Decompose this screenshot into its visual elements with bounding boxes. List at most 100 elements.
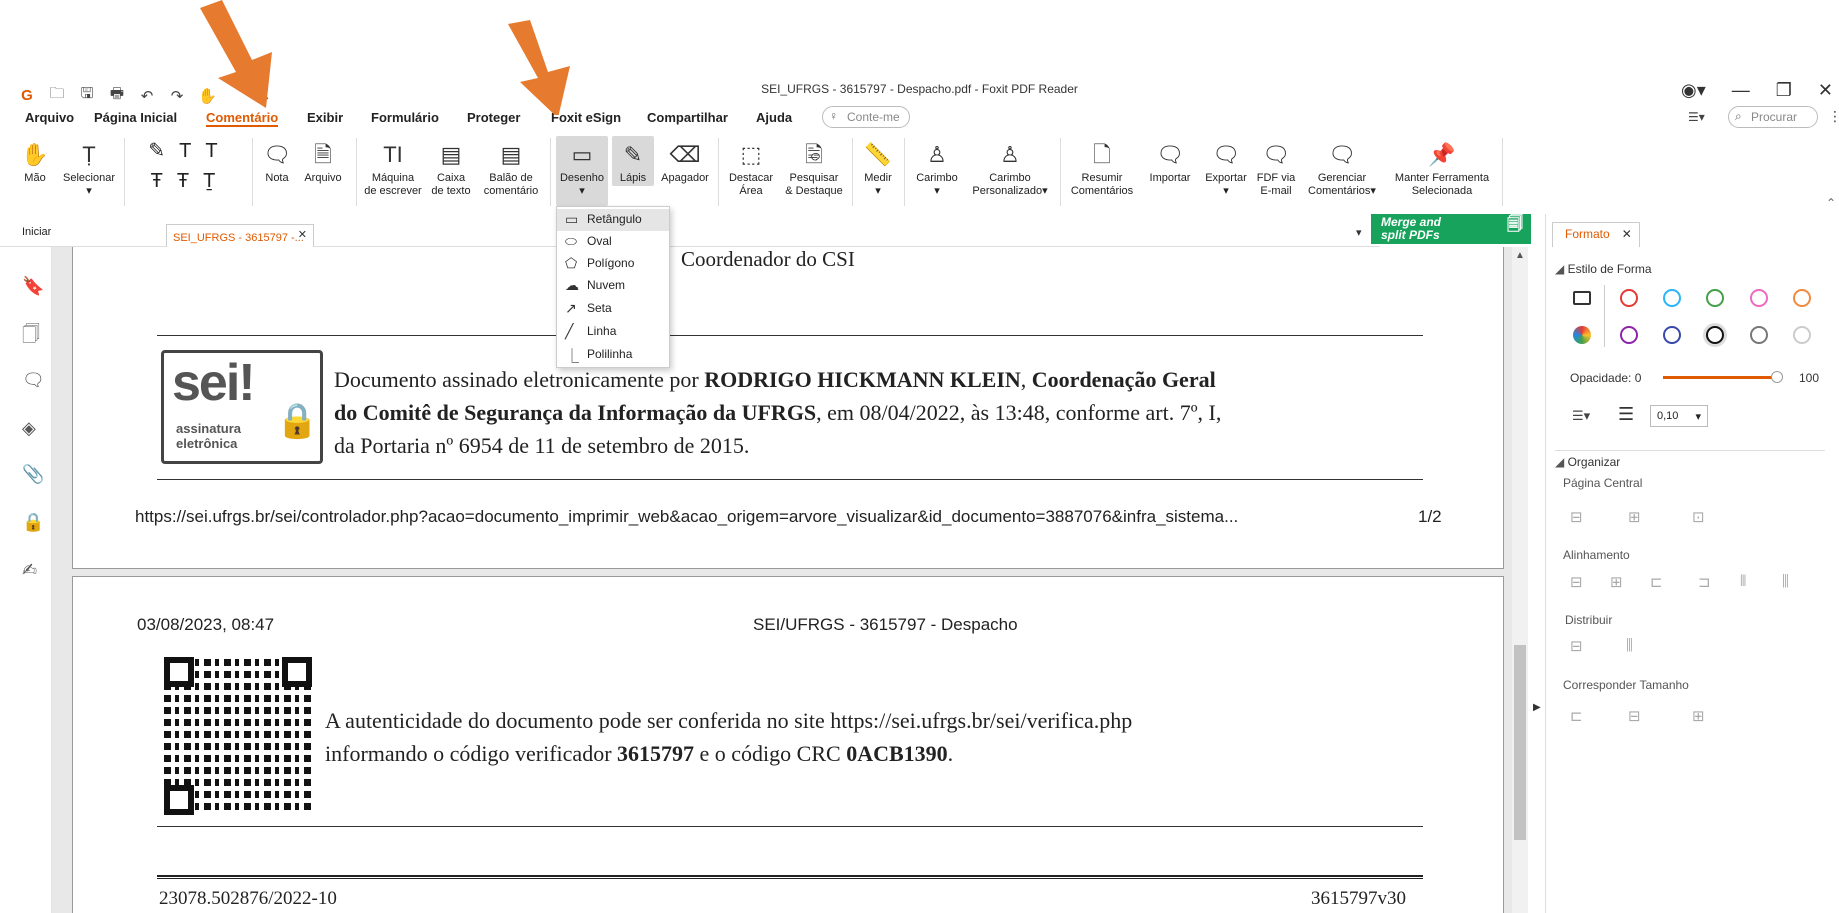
color-purple[interactable] bbox=[1620, 326, 1638, 344]
bookmark-icon[interactable]: 🔖 bbox=[22, 276, 44, 297]
security-icon[interactable]: 🔒 bbox=[22, 512, 44, 533]
eraser-button[interactable]: ⌫ Apagador bbox=[658, 136, 712, 185]
note-button[interactable]: 🗨 Nota bbox=[262, 136, 292, 185]
menu-exibir[interactable]: Exibir bbox=[307, 110, 343, 125]
menu-item-polyline[interactable]: ⎿ Polilinha bbox=[557, 344, 669, 366]
replace-text-icon[interactable]: Ŧ bbox=[177, 171, 189, 191]
pages-icon[interactable]: 🗍 bbox=[22, 322, 40, 352]
summarize-comments-button[interactable]: 🗋 Resumir Comentários bbox=[1066, 136, 1138, 198]
menu-arquivo[interactable]: Arquivo bbox=[25, 110, 74, 125]
underline-text-icon[interactable]: T bbox=[179, 141, 191, 161]
line-style-icon[interactable]: ☰▾ bbox=[1572, 408, 1590, 424]
color-light-gray[interactable] bbox=[1793, 326, 1811, 344]
shape-style-swatch[interactable] bbox=[1573, 291, 1591, 305]
menu-item-cloud[interactable]: ☁ Nuvem bbox=[557, 275, 669, 297]
center-horizontal-icon[interactable]: ⊟ bbox=[1570, 508, 1583, 526]
search-highlight-button[interactable]: 🗟 Pesquisar & Destaque bbox=[782, 136, 846, 198]
area-highlight-button[interactable]: ⬚ Destacar Área bbox=[724, 136, 778, 198]
insert-text-icon[interactable]: Ṯ bbox=[203, 171, 215, 191]
color-cyan[interactable] bbox=[1663, 289, 1681, 307]
keep-tool-selected-button[interactable]: 📌 Manter Ferramenta Selecionada bbox=[1386, 136, 1498, 198]
menu-compartilhar[interactable]: Compartilhar bbox=[647, 110, 728, 125]
distribute-vertical-icon[interactable]: ⊟ bbox=[1570, 637, 1583, 655]
opacity-slider[interactable] bbox=[1663, 376, 1773, 379]
align-bottom-icon[interactable]: ⫴ bbox=[1740, 573, 1746, 590]
menu-ajuda[interactable]: Ajuda bbox=[756, 110, 792, 125]
menu-item-rectangle[interactable]: ▭ Retângulo bbox=[557, 209, 669, 231]
tab-list-chevron-icon[interactable]: ▾ bbox=[1356, 226, 1362, 239]
typewriter-button[interactable]: TI Máquina de escrever bbox=[362, 136, 424, 198]
match-height-icon[interactable]: ⊟ bbox=[1628, 707, 1641, 725]
color-black-selected[interactable] bbox=[1706, 326, 1724, 344]
color-orange[interactable] bbox=[1793, 289, 1811, 307]
import-button[interactable]: 🗨 Importar bbox=[1144, 136, 1196, 185]
layers-icon[interactable]: ◈ bbox=[22, 418, 36, 439]
pencil-button[interactable]: ✎ Lápis bbox=[612, 136, 654, 186]
fdf-email-button[interactable]: 🗨 FDF via E-mail bbox=[1254, 136, 1298, 198]
distribute-horizontal-icon[interactable]: ⫼ bbox=[1626, 637, 1633, 654]
opacity-slider-handle[interactable] bbox=[1771, 371, 1783, 383]
tab-format[interactable]: Formato ✕ bbox=[1552, 222, 1640, 247]
comments-icon[interactable]: 🗨 bbox=[22, 370, 45, 391]
textbox-button[interactable]: ▤ Caixa de texto bbox=[428, 136, 474, 198]
stamp-button[interactable]: ♙ Carimbo ▾ bbox=[910, 136, 964, 198]
center-vertical-icon[interactable]: ⊞ bbox=[1628, 508, 1641, 526]
align-left-icon[interactable]: ⊏ bbox=[1650, 573, 1663, 591]
color-green[interactable] bbox=[1706, 289, 1724, 307]
organize-header[interactable]: ◢ Organizar bbox=[1555, 455, 1620, 469]
callout-button[interactable]: ▤ Balão de comentário bbox=[480, 136, 542, 198]
highlight-icon[interactable]: ✎ bbox=[148, 141, 165, 161]
color-pink[interactable] bbox=[1750, 289, 1768, 307]
signature-icon[interactable]: ✍ bbox=[22, 560, 37, 581]
scrollbar-thumb[interactable] bbox=[1514, 645, 1526, 840]
hand-tool-button[interactable]: ✋ Mão bbox=[20, 136, 50, 185]
center-both-icon[interactable]: ⊡ bbox=[1692, 508, 1705, 526]
expand-right-icon[interactable]: ▶ bbox=[1533, 702, 1541, 713]
align-top-icon[interactable]: ⊟ bbox=[1570, 573, 1583, 591]
strikeout-icon[interactable]: Ŧ bbox=[151, 171, 163, 191]
manage-comments-button[interactable]: 🗨 Gerenciar Comentários▾ bbox=[1302, 136, 1382, 198]
text-markup-tools[interactable]: ✎ T T ŦŦṮ bbox=[138, 136, 228, 196]
menu-formulario[interactable]: Formulário bbox=[371, 110, 439, 125]
file-attach-button[interactable]: 🗎 Arquivo bbox=[300, 136, 346, 185]
menu-item-arrow[interactable]: ↗ Seta bbox=[557, 298, 669, 320]
more-options-icon[interactable]: ⋮ bbox=[1828, 108, 1839, 125]
scroll-up-icon[interactable]: ▲ bbox=[1515, 250, 1525, 261]
align-middle-icon[interactable]: ⊞ bbox=[1610, 573, 1623, 591]
select-tool-button[interactable]: Ṭ Selecionar ▾ bbox=[60, 136, 118, 198]
find-options-icon[interactable]: ☰▾ bbox=[1688, 110, 1705, 124]
color-gray[interactable] bbox=[1750, 326, 1768, 344]
align-right-icon[interactable]: ⊐ bbox=[1698, 573, 1711, 591]
export-button[interactable]: 🗨 Exportar ▾ bbox=[1200, 136, 1252, 198]
line-width-select[interactable]: 0,10 ▾ bbox=[1650, 405, 1708, 427]
squiggly-icon[interactable]: T bbox=[205, 141, 217, 161]
shape-style-header[interactable]: ◢ Estilo de Forma bbox=[1555, 262, 1652, 276]
align-baseline-icon[interactable]: ⫼ bbox=[1782, 573, 1789, 590]
search-input[interactable]: ⌕ Procurar bbox=[1728, 106, 1818, 128]
restore-button[interactable]: ❐ bbox=[1776, 80, 1792, 101]
tab-start[interactable]: Iniciar bbox=[22, 226, 51, 238]
tab-document[interactable]: SEI_UFRGS - 3615797 -... ✕ bbox=[166, 224, 314, 247]
close-panel-icon[interactable]: ✕ bbox=[1622, 227, 1632, 241]
minimize-button[interactable]: — bbox=[1732, 80, 1750, 101]
drawing-button[interactable]: ▭ Desenho ▾ bbox=[556, 136, 608, 206]
custom-stamp-button[interactable]: ♙ Carimbo Personalizado▾ bbox=[966, 136, 1054, 198]
menu-item-polygon[interactable]: ⬠ Polígono bbox=[557, 253, 669, 275]
match-width-icon[interactable]: ⊏ bbox=[1570, 707, 1583, 725]
chevron-down-icon: ▾ bbox=[1042, 185, 1048, 197]
measure-button[interactable]: 📏 Medir ▾ bbox=[858, 136, 898, 198]
custom-color-icon[interactable] bbox=[1573, 326, 1591, 344]
merge-split-ad[interactable]: Merge and split PDFs 🗐 bbox=[1371, 214, 1531, 244]
collapse-ribbon-icon[interactable]: ⌃ bbox=[1826, 196, 1836, 210]
color-red[interactable] bbox=[1620, 289, 1638, 307]
menu-item-line[interactable]: ╱ Linha bbox=[557, 321, 669, 343]
attachment-icon[interactable]: 📎 bbox=[22, 464, 44, 485]
match-both-icon[interactable]: ⊞ bbox=[1692, 707, 1705, 725]
menu-pagina-inicial[interactable]: Página Inicial bbox=[94, 110, 177, 125]
account-icon[interactable]: ◉▾ bbox=[1681, 80, 1706, 101]
close-tab-icon[interactable]: ✕ bbox=[298, 228, 307, 241]
color-blue[interactable] bbox=[1663, 326, 1681, 344]
menu-item-oval[interactable]: ⬭ Oval bbox=[557, 231, 669, 253]
tell-me-input[interactable]: ♀ Conte-me bbox=[822, 106, 910, 128]
close-button[interactable]: ✕ bbox=[1818, 80, 1833, 101]
